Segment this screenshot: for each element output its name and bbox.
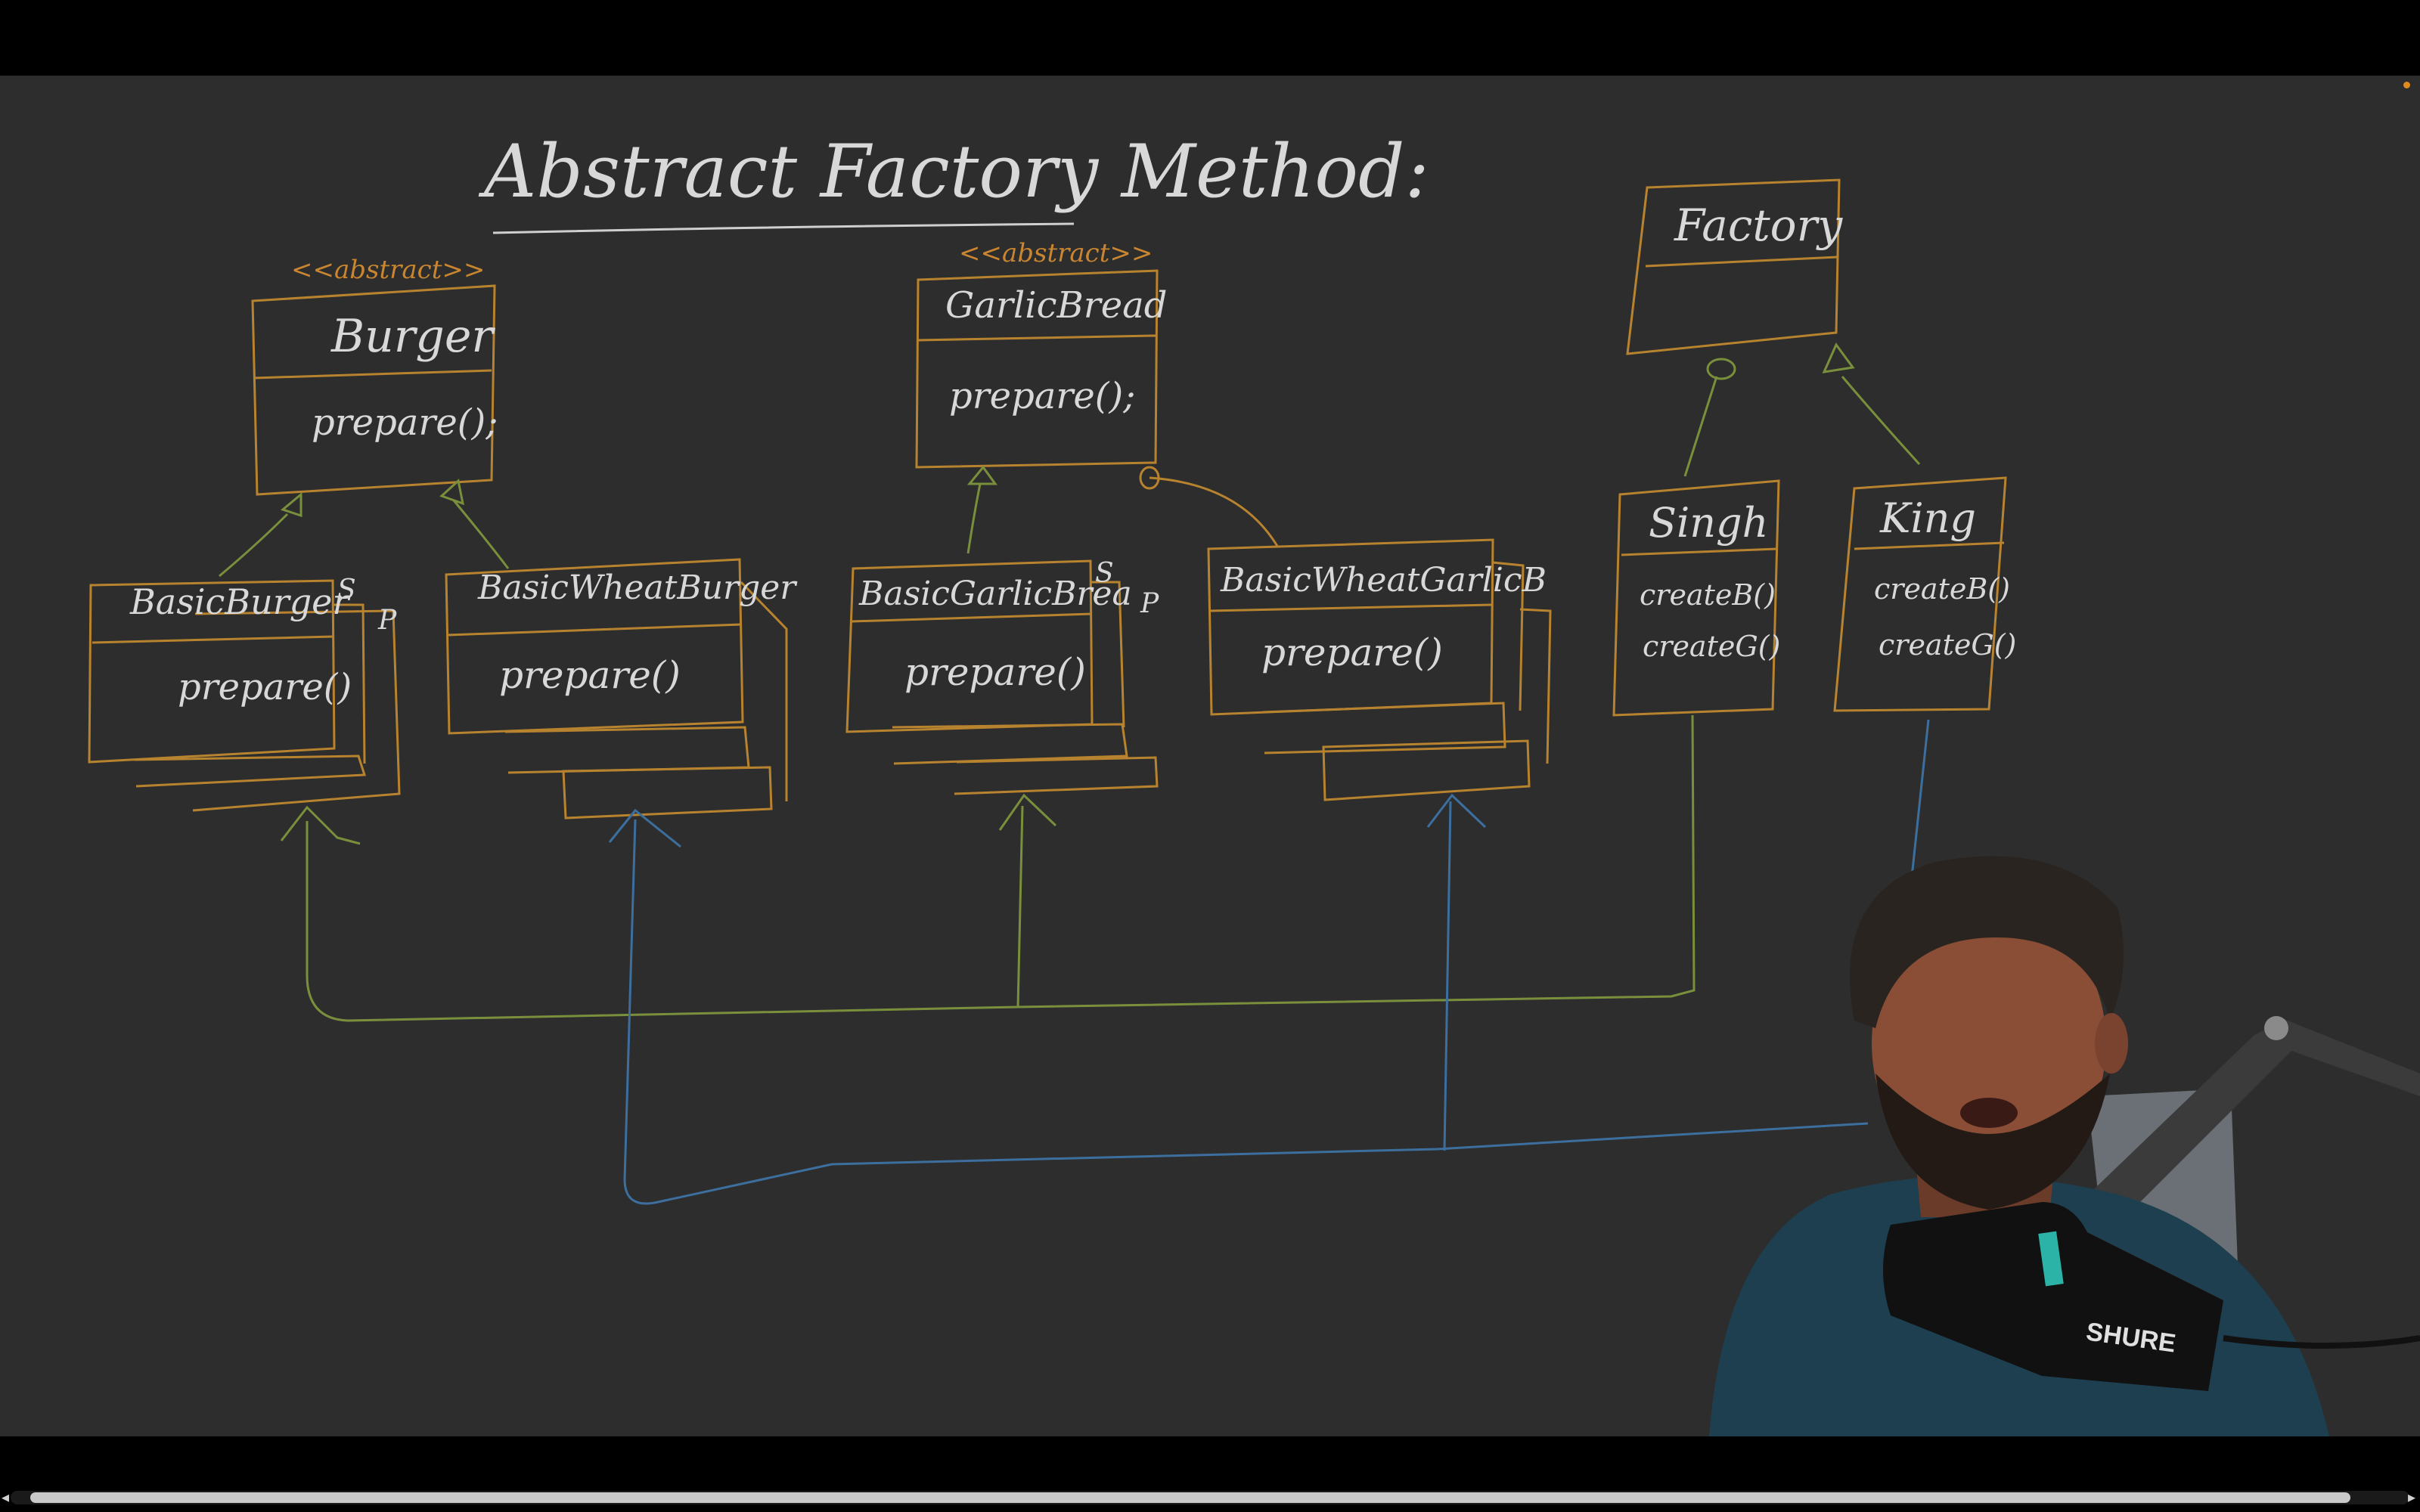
burger-stereotype: <<abstract>> (291, 255, 485, 285)
garlic-bread-method: prepare(); (949, 375, 1135, 417)
webcam-person-ear (2095, 1013, 2128, 1074)
singh-method-2: createG() (1643, 630, 1780, 663)
basic-burger-method: prepare() (178, 666, 352, 708)
basic-garlic-bread-name: BasicGarlicBrea (858, 575, 1132, 613)
basic-burger-tag-s: S (337, 575, 356, 606)
scrollbar-thumb[interactable] (30, 1492, 2350, 1503)
king-creates-lines (608, 719, 1930, 1205)
diagram-title: Abstract Factory Method: (478, 129, 1429, 214)
scroll-left-arrow-icon[interactable]: ◂ (2, 1488, 9, 1506)
garlic-wheat-inheritance (1149, 476, 1280, 548)
singh-class-name: Singh (1649, 499, 1768, 547)
scroll-right-arrow-icon[interactable]: ▸ (2408, 1488, 2415, 1506)
garlic-bread-class-name: GarlicBread (945, 284, 1167, 327)
burger-class-name: Burger (330, 310, 495, 363)
basic-wheat-burger-method: prepare() (499, 653, 681, 697)
king-method-2: createG() (1879, 628, 2016, 662)
title-underline (492, 222, 1075, 234)
basic-burger-tag-p: P (377, 605, 397, 636)
basic-garlic-bread-tag-s: S (1095, 558, 1114, 589)
basic-wheat-burger-name: BasicWheatBurger (477, 569, 798, 607)
singh-method-1: createB() (1640, 578, 1776, 612)
webcam-mic-cable (2223, 1335, 2420, 1349)
basic-wheat-garlic-method: prepare() (1261, 631, 1443, 674)
webcam-person-mouth (1960, 1098, 2018, 1128)
king-method-1: createB() (1874, 572, 2010, 606)
diagram-svg: Abstract Factory Method: <<abstract>> Bu… (88, 129, 2420, 1436)
basic-garlic-bread-method: prepare() (904, 650, 1086, 694)
presenter-webcam: SHURE (1709, 856, 2420, 1436)
basic-burger-name: BasicBurger (129, 581, 351, 622)
basic-wheat-garlic-name: BasicWheatGarlicB (1220, 561, 1547, 600)
garlic-bread-stereotype: <<abstract>> (959, 238, 1153, 268)
webcam-mic-arm-joint (2264, 1016, 2288, 1040)
king-class-name: King (1879, 494, 1976, 542)
basic-garlic-bread-tag-p: P (1140, 588, 1159, 619)
burger-method: prepare(); (312, 401, 498, 444)
factory-class-name: Factory (1674, 200, 1843, 251)
